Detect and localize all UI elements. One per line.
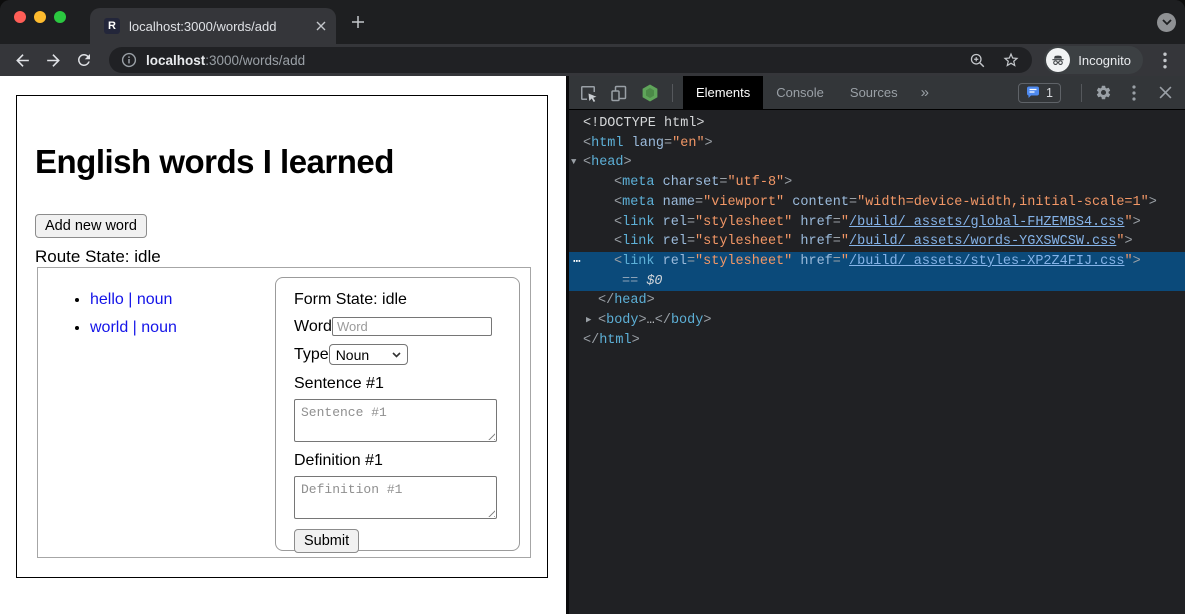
dom-tree-node[interactable]: <link rel="stylesheet" href="/build/_ass… bbox=[569, 213, 1185, 233]
toolbar-divider bbox=[672, 84, 673, 102]
browser-menu-icon[interactable] bbox=[1153, 48, 1177, 72]
traffic-lights bbox=[14, 11, 66, 23]
tab-elements[interactable]: Elements bbox=[683, 76, 763, 110]
devtools-toolbar: Elements Console Sources » 1 bbox=[569, 76, 1185, 110]
add-new-word-button[interactable]: Add new word bbox=[35, 214, 147, 238]
dom-tree[interactable]: <!DOCTYPE html><html lang="en">▼<head><m… bbox=[569, 110, 1185, 614]
collapsed-arrow-icon[interactable]: ▶ bbox=[586, 311, 591, 331]
form-state-text: Form State: idle bbox=[294, 291, 505, 309]
definition-textarea[interactable] bbox=[294, 476, 497, 519]
toolbar-divider bbox=[1081, 84, 1082, 102]
forward-button[interactable] bbox=[39, 46, 67, 74]
dom-tree-node[interactable]: ▶<body>…</body> bbox=[569, 311, 1185, 331]
issues-count: 1 bbox=[1046, 86, 1053, 100]
close-window-button[interactable] bbox=[14, 11, 26, 23]
tab-close-icon[interactable] bbox=[316, 21, 326, 31]
submit-button[interactable]: Submit bbox=[294, 529, 359, 553]
tab-title: localhost:3000/words/add bbox=[129, 19, 316, 34]
device-toolbar-icon[interactable] bbox=[608, 82, 630, 104]
list-item: hello | noun bbox=[90, 291, 177, 309]
more-tabs-icon[interactable]: » bbox=[911, 84, 939, 101]
browser-toolbar: localhost:3000/words/add Incognito bbox=[0, 44, 1185, 76]
zoom-icon[interactable] bbox=[969, 52, 986, 69]
maximize-window-button[interactable] bbox=[54, 11, 66, 23]
type-select-value: Noun bbox=[336, 347, 369, 363]
sentence-label: Sentence #1 bbox=[294, 375, 505, 393]
dom-tree-node[interactable]: == $0 bbox=[569, 272, 1185, 292]
chevron-down-icon bbox=[1162, 19, 1172, 26]
word-link[interactable]: hello | noun bbox=[90, 291, 172, 308]
message-bubble-icon bbox=[1026, 86, 1040, 99]
word-list: hello | noun world | noun bbox=[90, 291, 177, 347]
info-icon[interactable] bbox=[121, 52, 137, 68]
incognito-avatar-icon bbox=[1046, 48, 1070, 72]
devtools-panel: Elements Console Sources » 1 bbox=[569, 76, 1185, 614]
node-options-dots-icon[interactable]: ⋯ bbox=[573, 252, 581, 272]
devtools-close-icon[interactable] bbox=[1154, 82, 1176, 104]
page-viewport: English words I learned Add new word Rou… bbox=[0, 76, 566, 614]
tab-search-button[interactable] bbox=[1157, 13, 1176, 32]
arrow-right-icon bbox=[44, 51, 63, 70]
issues-badge[interactable]: 1 bbox=[1018, 83, 1061, 103]
type-label: Type bbox=[294, 346, 329, 364]
inspect-element-icon[interactable] bbox=[577, 82, 599, 104]
url-bar[interactable]: localhost:3000/words/add bbox=[109, 47, 1032, 73]
reload-button[interactable] bbox=[70, 46, 98, 74]
word-input[interactable] bbox=[332, 317, 492, 336]
browser-tab[interactable]: R localhost:3000/words/add bbox=[90, 8, 336, 44]
route-state-text: Route State: idle bbox=[35, 247, 547, 267]
url-path: :3000/words/add bbox=[205, 53, 305, 68]
new-tab-button[interactable] bbox=[348, 12, 368, 32]
definition-label: Definition #1 bbox=[294, 452, 505, 470]
words-panel: hello | noun world | noun Form State: id… bbox=[37, 267, 531, 558]
dom-tree-node[interactable]: </head> bbox=[569, 291, 1185, 311]
main-container: English words I learned Add new word Rou… bbox=[16, 95, 548, 578]
browser-window: R localhost:3000/words/add localhost: bbox=[0, 0, 1185, 614]
dom-tree-node[interactable]: <meta name="viewport" content="width=dev… bbox=[569, 193, 1185, 213]
dom-tree-node[interactable]: <!DOCTYPE html> bbox=[569, 114, 1185, 134]
devtools-menu-icon[interactable] bbox=[1123, 82, 1145, 104]
tab-console[interactable]: Console bbox=[763, 76, 837, 110]
reload-icon bbox=[75, 51, 93, 69]
add-word-form: Form State: idle Word Type Noun bbox=[275, 277, 520, 551]
expanded-arrow-icon[interactable]: ▼ bbox=[571, 153, 576, 173]
word-label: Word bbox=[294, 318, 332, 336]
page-title: English words I learned bbox=[35, 143, 547, 181]
type-select[interactable]: Noun bbox=[329, 344, 408, 365]
tab-strip: R localhost:3000/words/add bbox=[0, 0, 1185, 44]
dom-tree-node[interactable]: ▼<head> bbox=[569, 153, 1185, 173]
sentence-textarea[interactable] bbox=[294, 399, 497, 442]
back-button[interactable] bbox=[8, 46, 36, 74]
extension-hexagon-icon[interactable] bbox=[639, 82, 661, 104]
remix-favicon: R bbox=[104, 18, 120, 34]
word-link[interactable]: world | noun bbox=[90, 319, 177, 336]
settings-gear-icon[interactable] bbox=[1092, 82, 1114, 104]
dom-tree-node[interactable]: <meta charset="utf-8"> bbox=[569, 173, 1185, 193]
dom-tree-node[interactable]: <link rel="stylesheet" href="/build/_ass… bbox=[569, 232, 1185, 252]
dom-tree-node[interactable]: </html> bbox=[569, 331, 1185, 351]
incognito-badge[interactable]: Incognito bbox=[1044, 46, 1143, 74]
incognito-label: Incognito bbox=[1078, 53, 1131, 68]
url-host: localhost bbox=[146, 53, 205, 68]
dom-tree-node[interactable]: <html lang="en"> bbox=[569, 134, 1185, 154]
list-item: world | noun bbox=[90, 319, 177, 337]
minimize-window-button[interactable] bbox=[34, 11, 46, 23]
chevron-down-icon bbox=[392, 352, 401, 358]
url-text: localhost:3000/words/add bbox=[146, 53, 305, 68]
arrow-left-icon bbox=[13, 51, 32, 70]
tab-sources[interactable]: Sources bbox=[837, 76, 911, 110]
bookmark-star-icon[interactable] bbox=[1002, 51, 1020, 69]
dom-tree-node[interactable]: ⋯<link rel="stylesheet" href="/build/_as… bbox=[569, 252, 1185, 272]
